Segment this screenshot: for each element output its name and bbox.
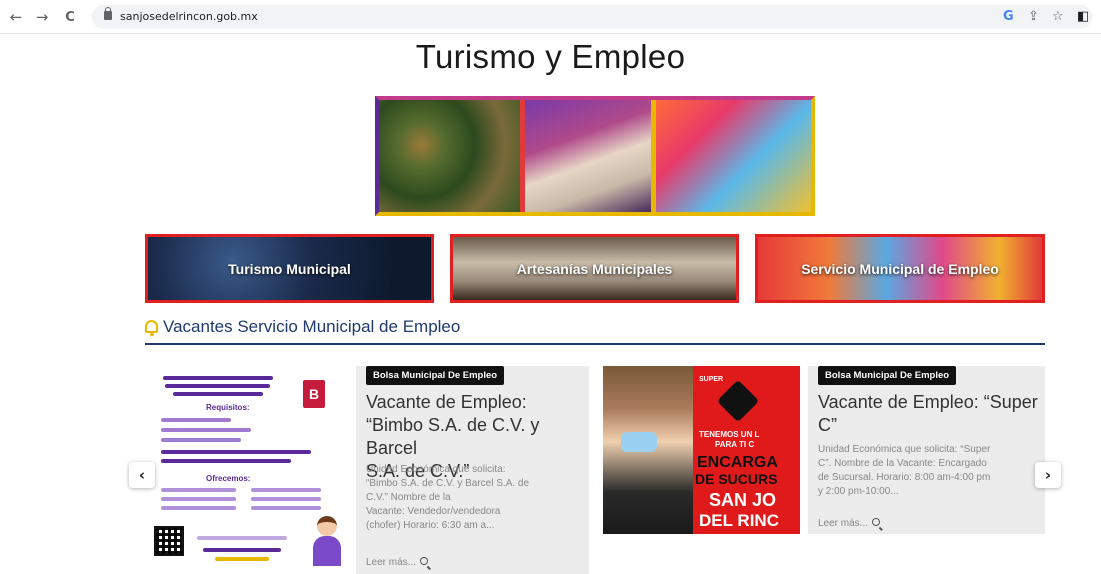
category-tourism-link[interactable]: Turismo Municipal bbox=[145, 234, 434, 303]
bell-icon bbox=[145, 320, 158, 336]
carousel-next-button[interactable]: › bbox=[1035, 462, 1061, 488]
magnifier-icon bbox=[420, 557, 429, 565]
flyer-offer-heading: Ofrecemos: bbox=[206, 474, 251, 483]
poster-line: PARA TI C bbox=[715, 440, 755, 449]
flyer-text-line bbox=[203, 548, 281, 552]
category-crafts-link[interactable]: Artesanías Municipales bbox=[450, 234, 739, 303]
category-badge[interactable]: Bolsa Municipal De Empleo bbox=[818, 366, 957, 385]
poster-line: ENCARGA bbox=[697, 454, 778, 471]
reload-icon[interactable]: C bbox=[60, 7, 80, 27]
excerpt-line: de Sucursal. Horario: 8:00 am-4:00 pm bbox=[818, 472, 991, 483]
page-title: Turismo y Empleo bbox=[415, 38, 686, 75]
flyer-text-line bbox=[161, 418, 231, 422]
forward-icon[interactable]: → bbox=[32, 7, 52, 27]
side-panel-icon[interactable]: ◧ bbox=[1077, 9, 1089, 24]
hero-workers-image bbox=[651, 100, 811, 212]
poster-line: SAN JO bbox=[709, 490, 777, 510]
flyer-text-line bbox=[161, 438, 241, 442]
hero-banner-image bbox=[375, 96, 815, 216]
job-title-line: Vacante de Empleo: “Super bbox=[818, 392, 1038, 412]
share-icon[interactable]: ⇪ bbox=[1028, 9, 1039, 24]
category-employment-link[interactable]: Servicio Municipal de Empleo bbox=[755, 234, 1045, 303]
category-label: Servicio Municipal de Empleo bbox=[801, 260, 999, 277]
flyer-text-line bbox=[215, 557, 269, 561]
face-mask-detail bbox=[621, 432, 657, 452]
magnifier-icon bbox=[872, 518, 881, 526]
excerpt-line: y 2:00 pm-10:00... bbox=[818, 486, 899, 497]
job-card-super-c: Bolsa Municipal De Empleo Vacante de Emp… bbox=[808, 366, 1045, 534]
excerpt-line: (chofer) Horario: 6:30 am a... bbox=[366, 520, 495, 531]
flyer-text-line bbox=[251, 497, 321, 501]
bimbo-logo-icon: B bbox=[303, 380, 325, 408]
excerpt-line: Unidad Económica que solicita: bbox=[366, 464, 506, 475]
flyer-requirements-heading: Requisitos: bbox=[206, 403, 250, 412]
read-more-label: Leer más... bbox=[366, 557, 417, 568]
hero-butterflies-image bbox=[379, 100, 520, 212]
excerpt-line: C”. Nombre de la Vacante: Encargado bbox=[818, 458, 987, 469]
flyer-text-line bbox=[161, 488, 236, 492]
excerpt-line: C.V.” Nombre de la bbox=[366, 492, 451, 503]
section-header: Vacantes Servicio Municipal de Empleo bbox=[145, 317, 1045, 345]
read-more-link[interactable]: Leer más... bbox=[818, 518, 881, 529]
qr-code-icon bbox=[154, 526, 184, 556]
job-excerpt: Unidad Económica que solicita: “Bimbo S.… bbox=[366, 463, 529, 533]
card-image-super-c[interactable]: SUPER TENEMOS UN L PARA TI C ENCARGA DE … bbox=[603, 366, 800, 534]
job-title-line: “Bimbo S.A. de C.V. y Barcel bbox=[366, 415, 540, 458]
hero-crafts-image bbox=[519, 100, 652, 212]
poster-brand: SUPER bbox=[699, 376, 724, 383]
job-card-bimbo: Bolsa Municipal De Empleo Vacante de Emp… bbox=[356, 366, 589, 574]
back-icon[interactable]: ← bbox=[6, 7, 26, 27]
excerpt-line: Unidad Económica que solicita: “Super bbox=[818, 444, 991, 455]
read-more-link[interactable]: Leer más... bbox=[366, 557, 429, 568]
flyer-text-line bbox=[161, 428, 251, 432]
google-translate-icon[interactable]: G bbox=[1003, 9, 1014, 24]
poster-line: DE SUCURS bbox=[695, 471, 778, 487]
carousel-prev-button[interactable]: ‹ bbox=[129, 462, 155, 488]
section-title: Vacantes Servicio Municipal de Empleo bbox=[163, 317, 461, 336]
cartoon-woman-illustration bbox=[311, 516, 343, 566]
flyer-text-line bbox=[197, 536, 287, 540]
job-title-line: Vacante de Empleo: bbox=[366, 392, 527, 412]
flyer-text-line bbox=[161, 450, 311, 454]
job-excerpt: Unidad Económica que solicita: “Super C”… bbox=[818, 443, 990, 499]
excerpt-line: Vacante: Vendedor/vendedora bbox=[366, 506, 501, 517]
flyer-text-line bbox=[251, 506, 321, 510]
card-image-bimbo-flyer[interactable]: B Requisitos: Ofrecemos: bbox=[151, 366, 347, 574]
flyer-text-line bbox=[161, 497, 236, 501]
flyer-text-line bbox=[161, 506, 236, 510]
flyer-text-line bbox=[251, 488, 321, 492]
read-more-label: Leer más... bbox=[818, 518, 869, 529]
bookmark-star-icon[interactable]: ☆ bbox=[1052, 9, 1064, 24]
category-badge[interactable]: Bolsa Municipal De Empleo bbox=[366, 366, 505, 385]
poster-line: TENEMOS UN L bbox=[699, 430, 760, 439]
lock-icon[interactable] bbox=[104, 7, 112, 20]
flyer-text-line bbox=[163, 376, 273, 380]
flyer-text-line bbox=[173, 392, 263, 396]
browser-toolbar: ← → C sanjosedelrincon.gob.mx G ⇪ ☆ ◧ bbox=[0, 0, 1101, 34]
url-text[interactable]: sanjosedelrincon.gob.mx bbox=[120, 10, 258, 23]
category-label: Artesanías Municipales bbox=[516, 260, 673, 277]
category-label: Turismo Municipal bbox=[228, 260, 351, 277]
poster-line: DEL RINC bbox=[699, 511, 779, 530]
job-title-link[interactable]: Vacante de Empleo: “Super C” bbox=[818, 391, 1038, 437]
flyer-text-line bbox=[161, 459, 291, 463]
job-title-line: C” bbox=[818, 415, 837, 435]
flyer-text-line bbox=[165, 384, 270, 388]
excerpt-line: “Bimbo S.A. de C.V. y Barcel S.A. de bbox=[366, 478, 530, 489]
